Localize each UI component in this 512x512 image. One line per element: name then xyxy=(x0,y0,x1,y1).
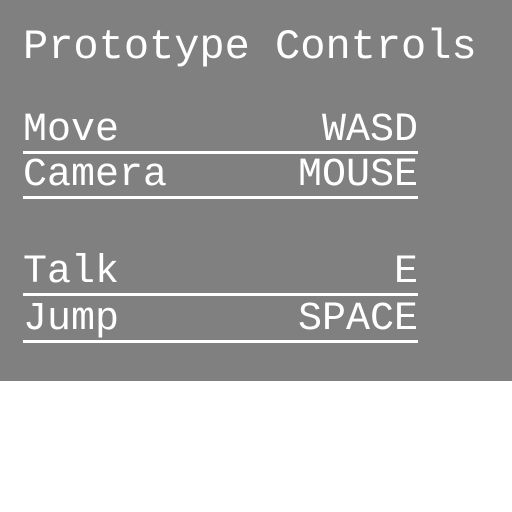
control-action-label: Talk xyxy=(23,250,120,295)
control-action-label: Move xyxy=(23,108,120,153)
controls-panel: Prototype Controls Move WASD Camera MOUS… xyxy=(0,0,512,381)
control-key-label: WASD xyxy=(321,108,418,153)
control-row-talk: Talk E xyxy=(23,253,418,296)
control-key-label: MOUSE xyxy=(297,153,418,198)
panel-title: Prototype Controls xyxy=(23,23,477,71)
control-action-label: Jump xyxy=(23,297,120,342)
control-row-jump: Jump SPACE xyxy=(23,300,418,343)
control-row-move: Move WASD xyxy=(23,111,418,154)
control-row-camera: Camera MOUSE xyxy=(23,156,418,199)
control-key-label: SPACE xyxy=(297,297,418,342)
control-key-label: E xyxy=(393,250,418,295)
control-action-label: Camera xyxy=(23,153,168,198)
